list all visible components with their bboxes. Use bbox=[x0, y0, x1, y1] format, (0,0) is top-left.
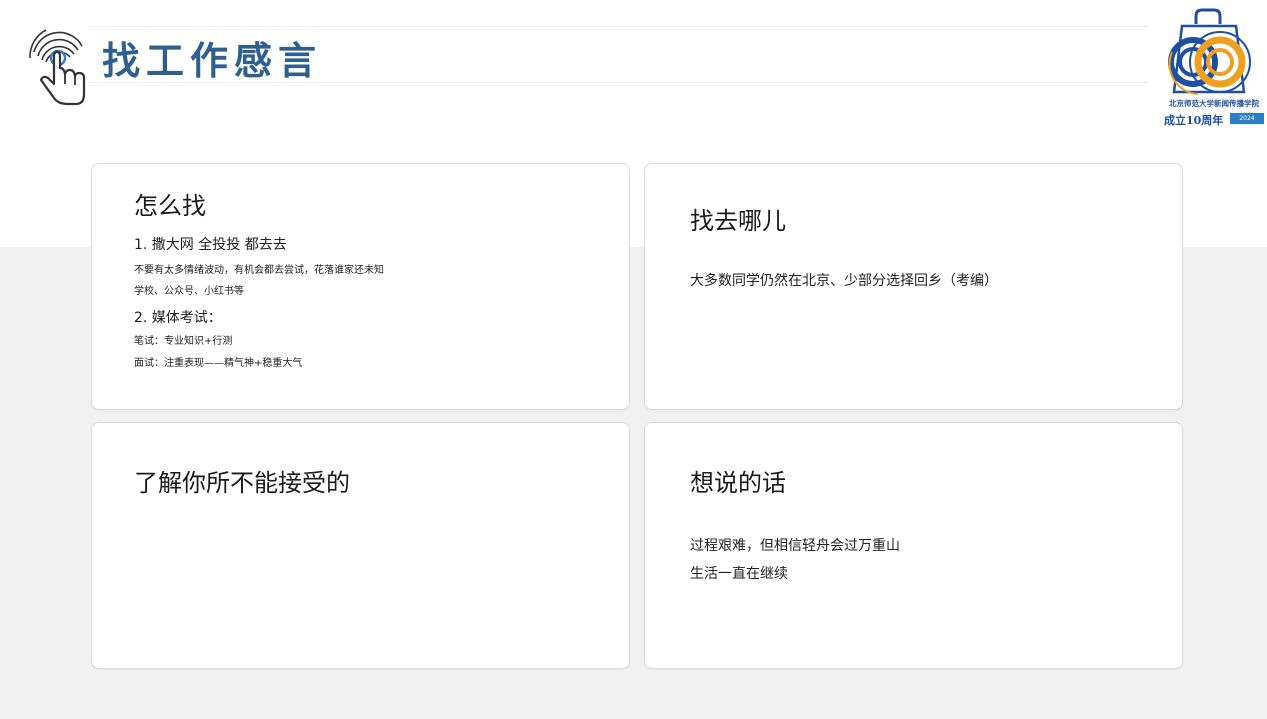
card-line: 面试：注重表现——精气神+稳重大气 bbox=[134, 358, 303, 369]
page-title: 找工作感言 bbox=[102, 39, 323, 83]
card-words-to-say: 想说的话 过程艰难，但相信轻舟会过万重山 生活一直在继续 bbox=[644, 422, 1183, 669]
card-where-to-go: 找去哪儿 大多数同学仍然在北京、少部分选择回乡（考编） bbox=[644, 163, 1183, 410]
card-line: 过程艰难，但相信轻舟会过万重山 bbox=[690, 538, 900, 554]
anniversary-logo bbox=[1168, 8, 1251, 95]
hand-pointer-icon bbox=[29, 29, 86, 106]
card-line: 学校、公众号、小红书等 bbox=[134, 286, 244, 297]
card-line: 生活一直在继续 bbox=[690, 566, 788, 582]
card-line: 1. 撒大网 全投投 都去去 bbox=[134, 237, 287, 253]
card-line: 2. 媒体考试： bbox=[134, 310, 222, 326]
card-title: 找去哪儿 bbox=[690, 207, 786, 235]
card-know-unacceptable: 了解你所不能接受的 bbox=[91, 422, 630, 669]
card-how-to-find: 怎么找 1. 撒大网 全投投 都去去 不要有太多情绪波动，有机会都去尝试，花落谁… bbox=[91, 163, 630, 410]
card-line: 大多数同学仍然在北京、少部分选择回乡（考编） bbox=[690, 273, 998, 289]
card-title: 了解你所不能接受的 bbox=[134, 469, 350, 497]
card-title: 怎么找 bbox=[134, 192, 206, 220]
logo-text-school: 北京师范大学新闻传播学院 bbox=[1169, 99, 1259, 108]
title-divider-top bbox=[88, 26, 1148, 27]
logo-badge: 2024 bbox=[1230, 113, 1264, 124]
card-line: 笔试：专业知识+行测 bbox=[134, 336, 233, 347]
card-line: 不要有太多情绪波动，有机会都去尝试，花落谁家还未知 bbox=[134, 265, 384, 276]
card-title: 想说的话 bbox=[690, 469, 786, 497]
logo-text-anniversary: 成立10周年 bbox=[1164, 114, 1224, 127]
